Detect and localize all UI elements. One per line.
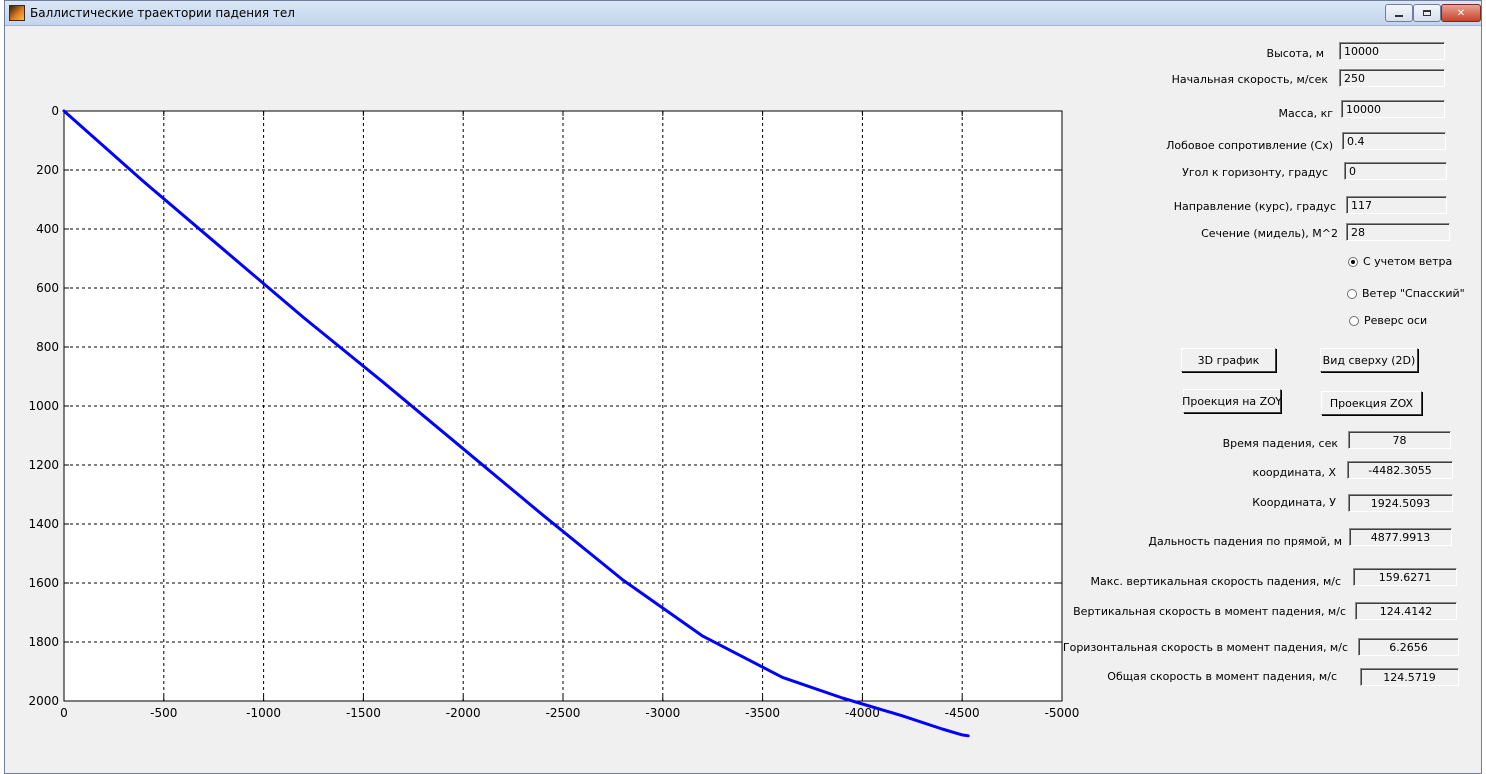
x-tick-label: -5000 bbox=[1045, 706, 1080, 720]
x-tick-label: 0 bbox=[60, 706, 68, 720]
reverse-axis-option[interactable]: Реверс оси bbox=[1349, 314, 1427, 327]
total-impact-speed-label: Общая скорость в момент падения, м/с bbox=[1107, 670, 1337, 683]
spassky-wind-option-label: Ветер "Спасский" bbox=[1362, 287, 1465, 300]
angle-label: Угол к горизонту, градус bbox=[1182, 166, 1328, 179]
reverse-axis-option-label: Реверс оси bbox=[1364, 314, 1428, 327]
coord-x-label: координата, X bbox=[1252, 466, 1336, 479]
max-vertical-speed-output: 159.6271 bbox=[1353, 568, 1457, 586]
wind-option-label: С учетом ветра bbox=[1363, 255, 1453, 268]
initial-speed-input[interactable]: 250 bbox=[1339, 69, 1445, 87]
initial-speed-label: Начальная скорость, м/сек bbox=[1171, 73, 1328, 86]
fall-time-output: 78 bbox=[1348, 431, 1451, 449]
radio-reverse-axis[interactable] bbox=[1349, 315, 1359, 326]
mass-input[interactable]: 10000 bbox=[1341, 100, 1445, 118]
vertical-impact-speed-output: 124.4142 bbox=[1355, 602, 1457, 620]
y-tick-label: 600 bbox=[36, 281, 59, 295]
trajectory-plot[interactable]: 0 -500 -1000 -1500 -2000 -2500 -3000 -3500 -4000… bbox=[0, 0, 1486, 774]
x-tick-label: -1000 bbox=[246, 706, 281, 720]
distance-output: 4877.9913 bbox=[1349, 528, 1452, 546]
x-tick-label: -2000 bbox=[446, 706, 481, 720]
max-vertical-speed-label: Макс. вертикальная скорость падения, м/с bbox=[1090, 575, 1341, 588]
cross-section-label: Сечение (мидель), М^2 bbox=[1201, 227, 1338, 240]
heading-label: Направление (курс), градус bbox=[1173, 200, 1336, 213]
y-tick-label: 1000 bbox=[28, 399, 59, 413]
y-tick-label: 400 bbox=[36, 222, 59, 236]
y-tick-label: 1800 bbox=[28, 635, 59, 649]
projection-zox-button[interactable]: Проекция ZOX bbox=[1321, 391, 1422, 415]
y-tick-label: 1600 bbox=[28, 576, 59, 590]
coord-y-output: 1924.5093 bbox=[1348, 494, 1453, 512]
y-tick-label: 1400 bbox=[28, 517, 59, 531]
y-tick-label: 1200 bbox=[28, 458, 59, 472]
x-tick-label: -500 bbox=[150, 706, 177, 720]
radio-spassky-wind[interactable] bbox=[1347, 288, 1357, 299]
drag-coefficient-input[interactable]: 0.4 bbox=[1342, 132, 1446, 150]
cross-section-input[interactable]: 28 bbox=[1346, 223, 1450, 241]
height-label: Высота, м bbox=[1266, 47, 1324, 60]
drag-coefficient-label: Лобовое сопротивление (Cx) bbox=[1166, 139, 1333, 152]
plot-3d-button[interactable]: 3D график bbox=[1181, 348, 1276, 372]
y-tick-label: 2000 bbox=[28, 694, 59, 708]
x-tick-label: -3500 bbox=[745, 706, 780, 720]
total-impact-speed-output: 124.5719 bbox=[1360, 668, 1459, 686]
coord-y-label: Координата, У bbox=[1252, 496, 1336, 509]
x-tick-label: -4500 bbox=[945, 706, 980, 720]
horizontal-impact-speed-label: Горизонтальная скорость в момент падения… bbox=[1062, 641, 1348, 654]
x-tick-label: -1500 bbox=[346, 706, 381, 720]
radio-selected-dot bbox=[1351, 259, 1355, 264]
angle-input[interactable]: 0 bbox=[1344, 162, 1447, 180]
mass-label: Масса, кг bbox=[1278, 107, 1333, 120]
distance-label: Дальность падения по прямой, м bbox=[1148, 535, 1342, 548]
x-tick-label: -2500 bbox=[546, 706, 581, 720]
radio-wind[interactable] bbox=[1348, 256, 1358, 267]
vertical-impact-speed-label: Вертикальная скорость в момент падения, … bbox=[1073, 605, 1346, 618]
top-view-button[interactable]: Вид сверху (2D) bbox=[1320, 348, 1418, 372]
x-tick-label: -3000 bbox=[645, 706, 680, 720]
projection-zoy-button[interactable]: Проекция на ZOY bbox=[1182, 389, 1282, 413]
fall-time-label: Время падения, сек bbox=[1222, 437, 1338, 450]
horizontal-impact-speed-output: 6.2656 bbox=[1358, 638, 1459, 656]
y-tick-label: 0 bbox=[51, 104, 59, 118]
y-tick-label: 200 bbox=[36, 163, 59, 177]
height-input[interactable]: 10000 bbox=[1339, 42, 1445, 60]
y-tick-label: 800 bbox=[36, 340, 59, 354]
wind-option[interactable]: С учетом ветра bbox=[1348, 255, 1452, 268]
coord-x-output: -4482.3055 bbox=[1347, 461, 1453, 479]
heading-input[interactable]: 117 bbox=[1346, 196, 1447, 214]
spassky-wind-option[interactable]: Ветер "Спасский" bbox=[1347, 287, 1465, 300]
